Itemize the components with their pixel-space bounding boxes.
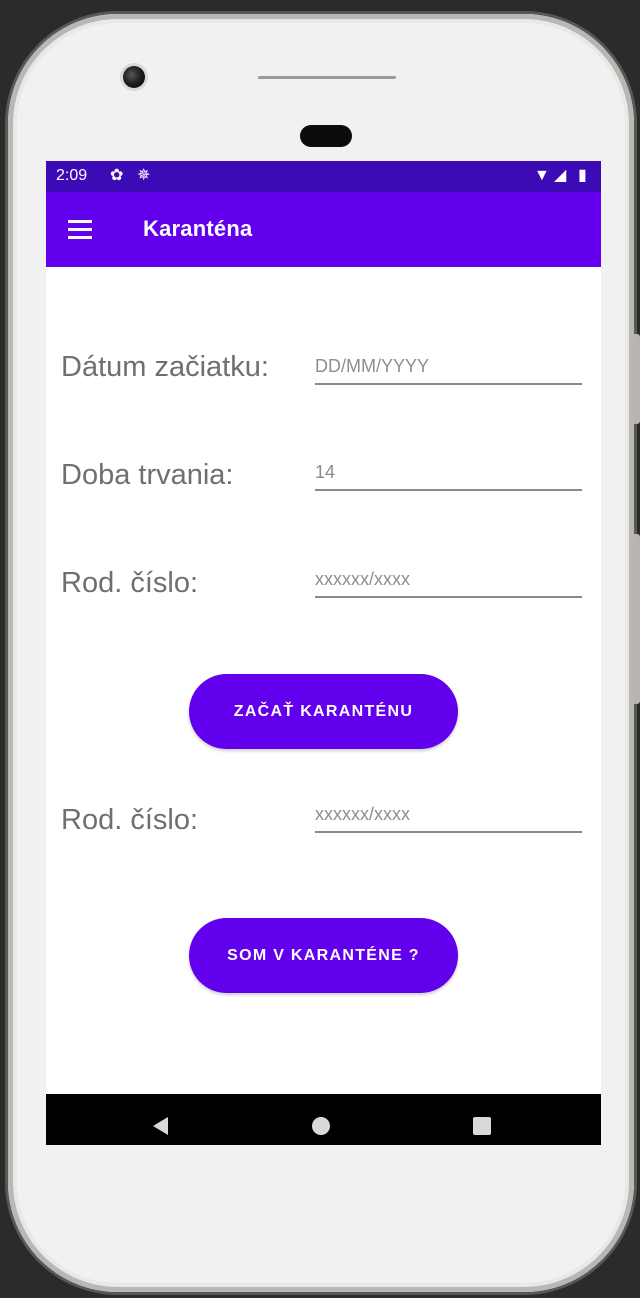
start-quarantine-button[interactable]: ZAČAŤ KARANTÉNU <box>189 674 458 749</box>
status-time: 2:09 <box>56 167 88 184</box>
power-button <box>634 334 640 424</box>
system-nav-bar <box>46 1094 601 1145</box>
wifi-icon: ▼ <box>534 167 550 184</box>
battery-icon: ▮ <box>578 167 587 184</box>
phone-frame: 2:09 ✿ ✵ ▼ ◢ ▮ Karanténa Dátum začiatku:… <box>8 14 640 1292</box>
app-bar: Karanténa <box>46 192 601 267</box>
status-bar: 2:09 ✿ ✵ ▼ ◢ ▮ <box>46 161 601 192</box>
duration-label: Doba trvania: <box>61 459 234 491</box>
settings-icon: ✿ <box>110 167 124 184</box>
signal-icon: ◢ <box>554 167 567 184</box>
menu-icon[interactable] <box>68 220 92 239</box>
back-icon[interactable] <box>153 1117 168 1135</box>
birth-number-label: Rod. číslo: <box>61 567 198 599</box>
home-icon[interactable] <box>312 1117 330 1135</box>
check-birth-number-label: Rod. číslo: <box>61 804 198 836</box>
volume-button <box>634 534 640 704</box>
check-birth-number-input[interactable] <box>315 797 582 833</box>
recents-icon[interactable] <box>473 1117 491 1135</box>
bug-icon: ✵ <box>137 167 151 184</box>
screen: 2:09 ✿ ✵ ▼ ◢ ▮ Karanténa Dátum začiatku:… <box>46 161 601 1145</box>
birth-number-input[interactable] <box>315 562 582 598</box>
front-camera <box>123 66 145 88</box>
duration-input[interactable] <box>315 455 582 491</box>
check-quarantine-button[interactable]: SOM V KARANTÉNE ? <box>189 918 458 993</box>
start-date-label: Dátum začiatku: <box>61 351 269 383</box>
start-date-input[interactable] <box>315 349 582 385</box>
app-title: Karanténa <box>143 216 253 241</box>
top-speaker-slit <box>258 76 396 79</box>
earpiece <box>300 125 352 147</box>
